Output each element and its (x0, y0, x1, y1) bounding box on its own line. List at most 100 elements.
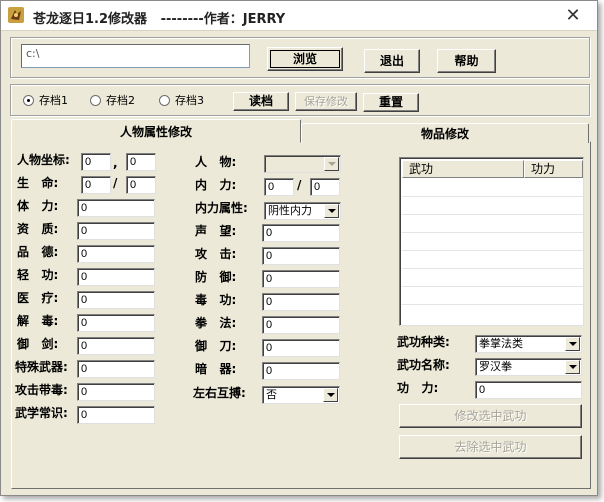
inner-power-current-field[interactable]: 0 (264, 178, 294, 196)
list-row-divider (402, 214, 583, 215)
poison-attack-field[interactable]: 0 (77, 383, 155, 401)
life-separator: / (113, 176, 118, 190)
inner-power-separator: / (297, 178, 302, 192)
life-label: 生 命: (17, 176, 59, 190)
martial-knowledge-label: 武学常识: (15, 406, 68, 420)
dual-wield-value: 否 (266, 388, 277, 401)
sword-field[interactable]: 0 (77, 337, 155, 355)
radio-checked-icon (23, 94, 34, 106)
martial-name-value: 罗汉拳 (479, 360, 512, 373)
lightness-label: 轻 功: (17, 268, 59, 282)
sword-label: 御 剑: (17, 337, 59, 351)
fame-field[interactable]: 0 (262, 224, 340, 242)
hidden-weapon-field[interactable]: 0 (262, 362, 340, 380)
aptitude-field[interactable]: 0 (77, 222, 155, 240)
dropdown-arrow-icon[interactable] (565, 337, 580, 351)
list-row-divider (402, 268, 583, 269)
hidden-weapon-label: 暗 器: (195, 362, 237, 376)
detox-label: 解 毒: (17, 314, 59, 328)
martial-knowledge-field[interactable]: 0 (77, 406, 155, 424)
dragon-app-icon (8, 7, 24, 23)
save-slot-1-radio[interactable]: 存档1 (23, 92, 68, 108)
save-slot-3-radio[interactable]: 存档3 (159, 92, 204, 108)
remove-martial-button[interactable]: 去除选中武功 (399, 435, 582, 459)
martial-arts-list[interactable]: 武功 功力 (399, 157, 584, 326)
martial-power-label: 功 力: (397, 381, 439, 395)
dropdown-arrow-icon[interactable] (324, 204, 339, 218)
dual-wield-select[interactable]: 否 (262, 386, 340, 404)
list-row-divider (402, 286, 583, 287)
list-row-divider (402, 232, 583, 233)
aptitude-label: 资 质: (17, 222, 59, 236)
save-slot-2-radio[interactable]: 存档2 (90, 92, 135, 108)
save-slot-3-label: 存档3 (175, 94, 204, 107)
martial-type-select[interactable]: 拳掌法类 (475, 335, 582, 353)
radio-unchecked-icon (90, 94, 101, 106)
dropdown-arrow-icon[interactable] (323, 388, 338, 402)
attack-field[interactable]: 0 (262, 247, 340, 265)
coord-y-field[interactable]: 0 (126, 153, 156, 171)
inner-power-label: 内 力: (195, 178, 237, 192)
fist-label: 拳 法: (195, 316, 237, 330)
character-select[interactable] (264, 155, 341, 173)
medicine-field[interactable]: 0 (77, 291, 155, 309)
modify-martial-button[interactable]: 修改选中武功 (399, 404, 582, 428)
inner-attribute-value: 阴性内力 (268, 204, 312, 217)
blade-label: 御 刀: (195, 339, 237, 353)
radio-unchecked-icon (159, 94, 170, 106)
save-slot-2-label: 存档2 (106, 94, 135, 107)
column-header-martial-art[interactable]: 武功 (402, 160, 524, 178)
morality-field[interactable]: 0 (77, 245, 155, 263)
blade-field[interactable]: 0 (262, 339, 340, 357)
poison-skill-label: 毒 功: (195, 293, 237, 307)
tab-items[interactable]: 物品修改 (301, 123, 589, 143)
list-row-divider (402, 196, 583, 197)
medicine-label: 医 疗: (17, 291, 59, 305)
poison-skill-field[interactable]: 0 (262, 293, 340, 311)
save-slot-1-label: 存档1 (39, 94, 68, 107)
poison-attack-label: 攻击带毒: (15, 383, 68, 397)
close-icon[interactable]: ✕ (555, 5, 591, 27)
fame-label: 声 望: (195, 224, 237, 238)
list-row-divider (402, 250, 583, 251)
help-button[interactable]: 帮助 (437, 49, 496, 73)
dropdown-arrow-icon[interactable] (565, 360, 580, 374)
defense-label: 防 御: (195, 270, 237, 284)
load-button[interactable]: 读档 (233, 92, 289, 111)
dropdown-arrow-icon[interactable] (324, 157, 339, 171)
title-bar: 苍龙逐日1.2修改器 --------作者：JERRY ✕ (1, 1, 597, 31)
martial-name-label: 武功名称: (397, 358, 450, 372)
window-title: 苍龙逐日1.2修改器 --------作者：JERRY (33, 12, 286, 27)
coords-label: 人物坐标: (17, 153, 70, 167)
stamina-field[interactable]: 0 (77, 199, 155, 217)
morality-label: 品 德: (17, 245, 59, 259)
dual-wield-label: 左右互搏: (193, 386, 246, 400)
reset-button[interactable]: 重置 (363, 93, 419, 112)
exit-button[interactable]: 退出 (364, 49, 420, 73)
stamina-label: 体 力: (17, 199, 59, 213)
defense-field[interactable]: 0 (262, 270, 340, 288)
path-input[interactable]: c:\ (21, 44, 250, 68)
inner-power-max-field[interactable]: 0 (310, 178, 340, 196)
browse-button[interactable]: 浏览 (267, 47, 343, 71)
coord-separator: , (113, 156, 118, 170)
martial-type-label: 武功种类: (397, 335, 450, 349)
martial-type-value: 拳掌法类 (479, 337, 523, 350)
inner-attribute-select[interactable]: 阴性内力 (264, 202, 341, 220)
list-row-divider (402, 304, 583, 305)
life-current-field[interactable]: 0 (81, 176, 111, 194)
tab-attributes[interactable]: 人物属性修改 (11, 119, 301, 143)
special-weapon-field[interactable]: 0 (77, 360, 155, 378)
martial-power-field[interactable]: 0 (475, 381, 582, 399)
special-weapon-label: 特殊武器: (15, 360, 68, 374)
detox-field[interactable]: 0 (77, 314, 155, 332)
save-changes-button[interactable]: 保存修改 (295, 92, 357, 111)
column-header-level[interactable]: 功力 (524, 160, 583, 178)
martial-name-select[interactable]: 罗汉拳 (475, 358, 582, 376)
fist-field[interactable]: 0 (262, 316, 340, 334)
lightness-field[interactable]: 0 (77, 268, 155, 286)
coord-x-field[interactable]: 0 (81, 153, 111, 171)
main-window: 苍龙逐日1.2修改器 --------作者：JERRY ✕ c:\ 浏览 退出 … (0, 0, 598, 496)
life-max-field[interactable]: 0 (126, 176, 156, 194)
attack-label: 攻 击: (195, 247, 237, 261)
